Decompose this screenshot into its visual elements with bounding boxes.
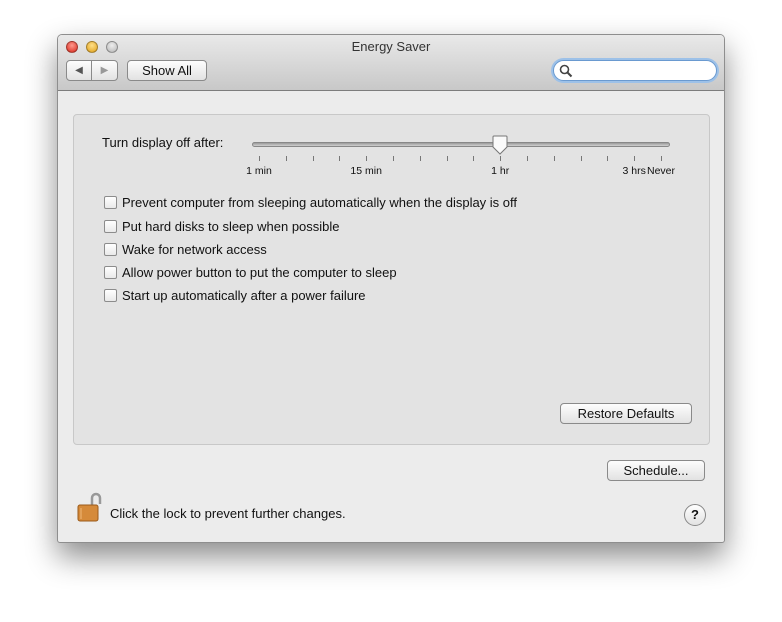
option-row[interactable]: Allow power button to put the computer t… — [104, 265, 397, 280]
slider-tick — [661, 156, 662, 161]
slider-tick — [527, 156, 528, 161]
option-label: Start up automatically after a power fai… — [122, 288, 366, 303]
back-arrow-icon: ◀ — [75, 65, 83, 76]
display-sleep-slider[interactable] — [252, 142, 670, 147]
slider-tick — [580, 156, 582, 161]
lock-icon[interactable] — [76, 492, 104, 524]
slider-tick — [393, 156, 394, 161]
slider-tick — [553, 156, 555, 161]
display-sleep-group: Turn display off after: 1 min 15 min 1 hr 3… — [73, 114, 710, 445]
checkbox[interactable] — [104, 289, 117, 302]
forward-arrow-icon: ▶ — [100, 65, 109, 76]
forward-button[interactable]: ▶ — [91, 60, 118, 81]
slider-tick — [285, 156, 287, 161]
checkbox[interactable] — [104, 243, 117, 256]
search-input[interactable] — [553, 60, 717, 81]
slider-tick — [473, 156, 475, 161]
slider-tick — [607, 156, 609, 161]
checkbox[interactable] — [104, 266, 117, 279]
option-row[interactable]: Start up automatically after a power fai… — [104, 288, 366, 303]
option-label: Put hard disks to sleep when possible — [122, 219, 340, 234]
slider-tick — [339, 156, 341, 161]
option-row[interactable]: Wake for network access — [104, 242, 267, 257]
option-label: Wake for network access — [122, 242, 267, 257]
search-icon — [559, 64, 573, 78]
option-row[interactable]: Put hard disks to sleep when possible — [104, 219, 340, 234]
slider-label: Turn display off after: — [102, 135, 224, 150]
lock-status-text: Click the lock to prevent further change… — [110, 506, 346, 521]
option-label: Prevent computer from sleeping automatic… — [122, 195, 518, 210]
option-label: Allow power button to put the computer t… — [122, 265, 397, 280]
option-row[interactable]: Prevent computer from sleeping automatic… — [104, 195, 517, 210]
slider-tick-label: 3 hrs — [622, 165, 646, 177]
checkbox[interactable] — [104, 220, 117, 233]
back-button[interactable]: ◀ — [66, 60, 92, 81]
energy-saver-window: Energy Saver ◀ ▶ Show All Turn display o… — [57, 34, 725, 543]
slider-tick — [419, 156, 421, 161]
checkbox[interactable] — [104, 196, 117, 209]
slider-tick — [446, 156, 448, 161]
slider-tick — [500, 156, 502, 161]
slider-tick — [259, 156, 260, 161]
toolbar: Energy Saver ◀ ▶ Show All — [58, 35, 724, 91]
slider-thumb[interactable] — [492, 135, 508, 155]
window-title: Energy Saver — [351, 39, 431, 54]
show-all-button[interactable]: Show All — [127, 60, 207, 81]
slider-tick-label: 1 hr — [491, 165, 510, 177]
restore-defaults-button[interactable]: Restore Defaults — [560, 403, 692, 424]
slider-tick — [634, 156, 636, 161]
slider-tick-label: Never — [646, 165, 676, 177]
slider-tick-label: 15 min — [350, 165, 382, 177]
slider-tick — [312, 156, 314, 161]
help-button[interactable]: ? — [684, 504, 706, 526]
slider-tick — [366, 156, 368, 161]
schedule-button[interactable]: Schedule... — [607, 460, 705, 481]
slider-tick-label: 1 min — [246, 165, 272, 177]
